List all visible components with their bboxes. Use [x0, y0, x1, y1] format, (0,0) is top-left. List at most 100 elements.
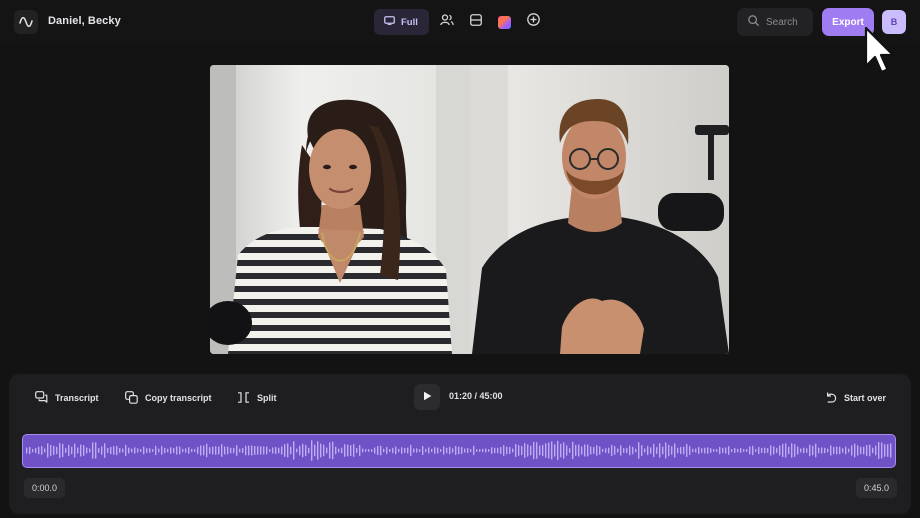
waveform-bar [764, 447, 766, 454]
avatar[interactable]: B [882, 10, 906, 34]
waveform-bar [890, 443, 892, 458]
waveform-bar [845, 446, 847, 455]
view-full-button[interactable]: Full [374, 9, 429, 35]
waveform-bar [80, 444, 82, 457]
waveform-bar [83, 445, 85, 456]
waveform-bar [527, 444, 529, 457]
export-button[interactable]: Export [822, 8, 874, 36]
waveform-bar [323, 444, 325, 457]
chat-bubbles-icon [35, 391, 48, 405]
waveform-bar [62, 443, 64, 458]
waveform-bar [752, 445, 754, 456]
waveform-bar [632, 446, 634, 455]
waveform-bar [605, 448, 607, 453]
waveform-bar [353, 444, 355, 457]
waveform-bar [437, 447, 439, 454]
waveform-bar [140, 448, 142, 453]
waveform-bar [650, 447, 652, 454]
split-label: Split [257, 393, 277, 403]
waveform-bar [473, 445, 475, 456]
transcript-label: Transcript [55, 393, 99, 403]
waveform-bar [788, 446, 790, 455]
waveform-bar [479, 449, 481, 452]
waveform-bar [734, 447, 736, 454]
waveform-bar [128, 447, 130, 454]
copy-transcript-button[interactable]: Copy transcript [125, 390, 212, 405]
waveform-bar [116, 445, 118, 456]
waveform-bar [536, 442, 538, 459]
waveform-bar [104, 443, 106, 458]
waveform-bar [815, 443, 817, 458]
waveform-bar [701, 448, 703, 453]
waveform-bar [737, 448, 739, 453]
waveform-bar [227, 446, 229, 455]
waveform-bar [269, 449, 271, 452]
waveform-bar [344, 444, 346, 457]
waveform-bar [872, 447, 874, 454]
waveform-bar [233, 447, 235, 454]
waveform-bar [440, 449, 442, 452]
waveform-bar [749, 446, 751, 455]
layout-rows-icon [469, 13, 482, 31]
waveform-bar [188, 447, 190, 454]
waveform-bar [383, 448, 385, 453]
waveform-bar [695, 448, 697, 453]
transcript-button[interactable]: Transcript [35, 391, 99, 405]
waveform-bar [119, 447, 121, 454]
waveform-bar [248, 445, 250, 456]
waveform-bar [596, 445, 598, 456]
waveform-bar [542, 444, 544, 457]
document-title: Daniel, Becky [48, 15, 121, 27]
split-button[interactable]: Split [237, 391, 277, 405]
waveform-bar [869, 444, 871, 457]
waveform-bar [236, 445, 238, 456]
audio-waveform-track[interactable] [22, 434, 896, 468]
play-button[interactable] [414, 384, 440, 410]
waveform-logo-icon[interactable] [14, 10, 38, 34]
waveform-bar [203, 445, 205, 456]
waveform-bar [56, 446, 58, 455]
waveform-bar [77, 447, 79, 454]
add-button[interactable] [521, 9, 547, 35]
waveform-bar [152, 449, 154, 452]
waveform-bar [671, 446, 673, 455]
waveform-bar [560, 443, 562, 458]
waveform-bar [656, 446, 658, 455]
layout-button[interactable] [463, 9, 489, 35]
view-full-label: Full [401, 16, 418, 28]
waveform-bar [416, 448, 418, 453]
play-icon [423, 388, 432, 406]
waveform-bar [134, 447, 136, 454]
waveform-bar [302, 443, 304, 458]
waveform-bar [143, 446, 145, 455]
waveform-bar [356, 447, 358, 454]
waveform-bar [863, 446, 865, 455]
waveform-bar [782, 443, 784, 458]
waveform-bar [224, 446, 226, 455]
playback-time: 01:20 / 45:00 [449, 391, 503, 401]
people-icon [440, 13, 454, 31]
waveform-bar [431, 448, 433, 453]
speakers-button[interactable] [434, 9, 460, 35]
waveform-bar [581, 446, 583, 455]
waveform-bar [191, 448, 193, 453]
waveform-bar [854, 443, 856, 458]
waveform-bar [209, 447, 211, 454]
waveform-bar [830, 445, 832, 456]
start-over-button[interactable]: Start over [825, 391, 886, 405]
waveform-bar [92, 442, 94, 459]
waveform-bar [641, 445, 643, 456]
waveform-bar [623, 448, 625, 453]
waveform-bar [338, 448, 340, 453]
search-input[interactable]: Search [737, 8, 813, 36]
video-preview[interactable] [210, 65, 729, 354]
waveform-bar [458, 446, 460, 455]
waveform-bar [791, 443, 793, 458]
waveform-bar [548, 442, 550, 459]
waveform-bar [686, 443, 688, 458]
theme-button[interactable] [492, 9, 518, 35]
waveform-bar [626, 447, 628, 454]
waveform-bar [707, 447, 709, 454]
waveform-bar [401, 447, 403, 454]
waveform-bar [266, 446, 268, 455]
